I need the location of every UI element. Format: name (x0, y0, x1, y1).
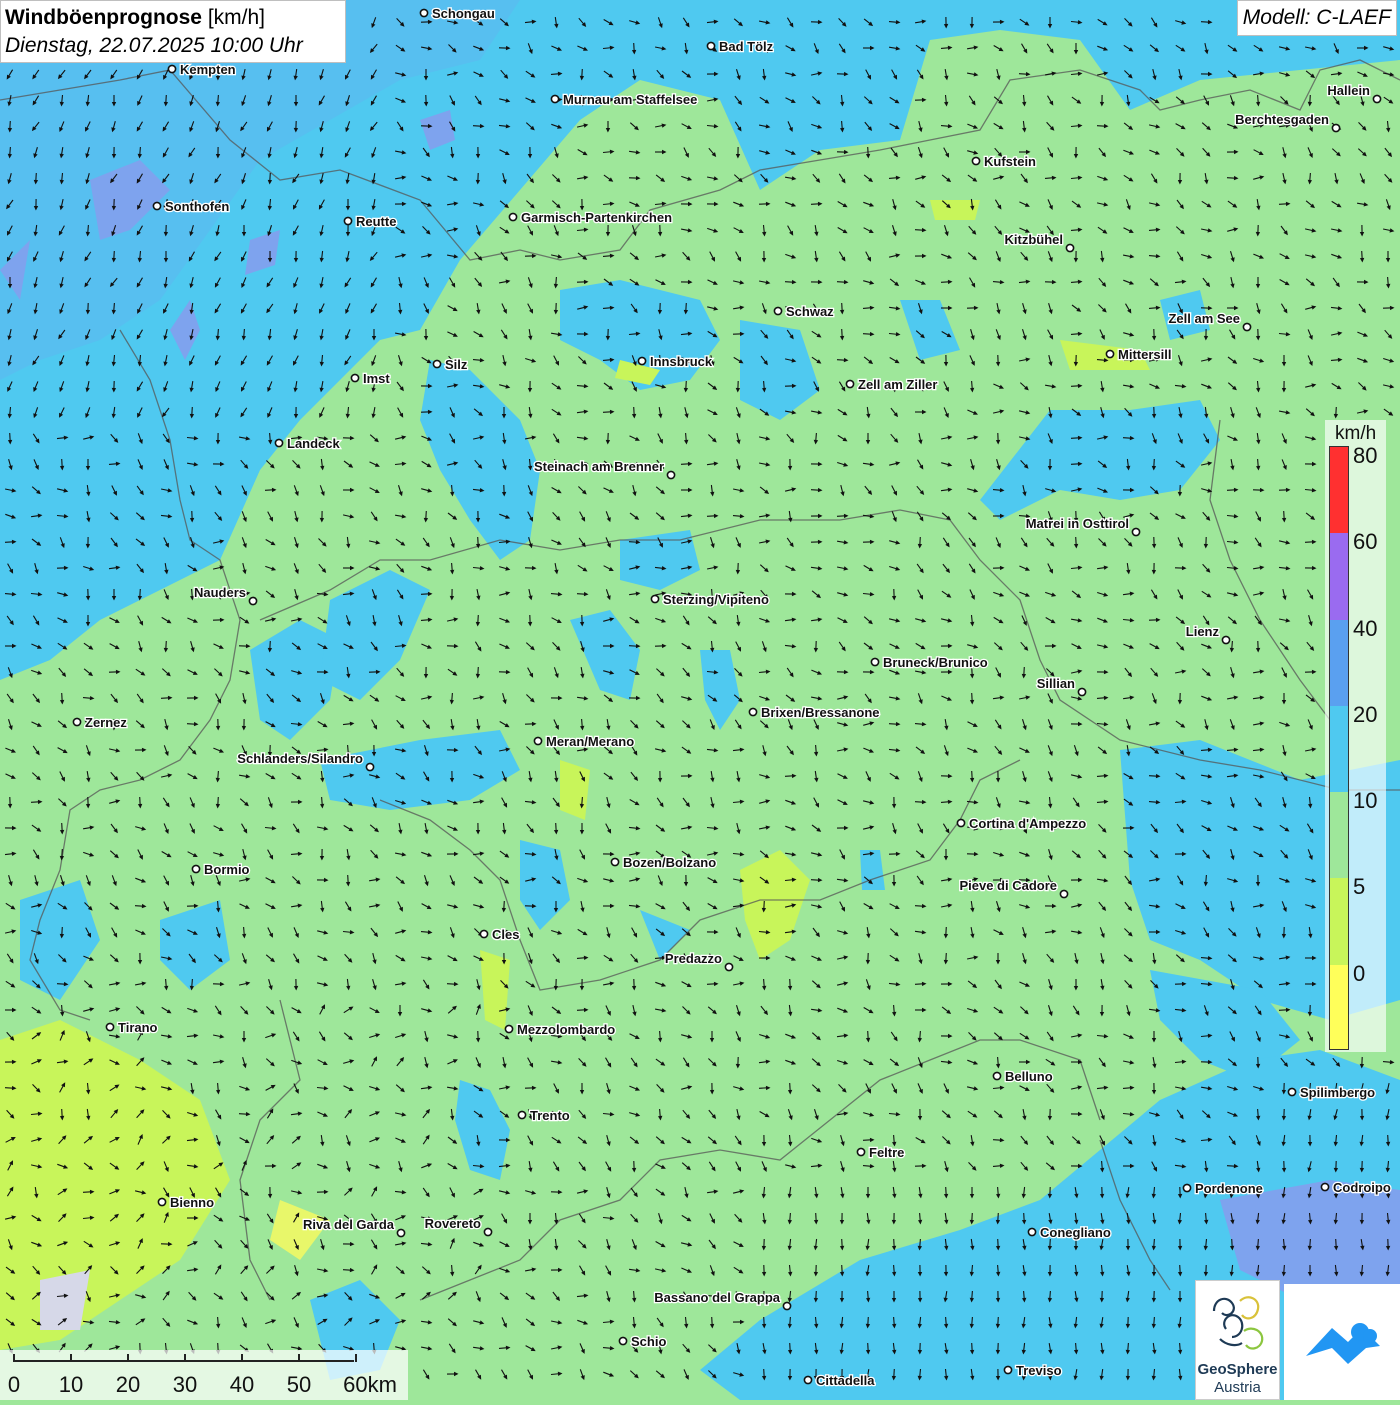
wind-gust-map: SchongauBad TölzKemptenMurnau am Staffel… (0, 0, 1400, 1400)
